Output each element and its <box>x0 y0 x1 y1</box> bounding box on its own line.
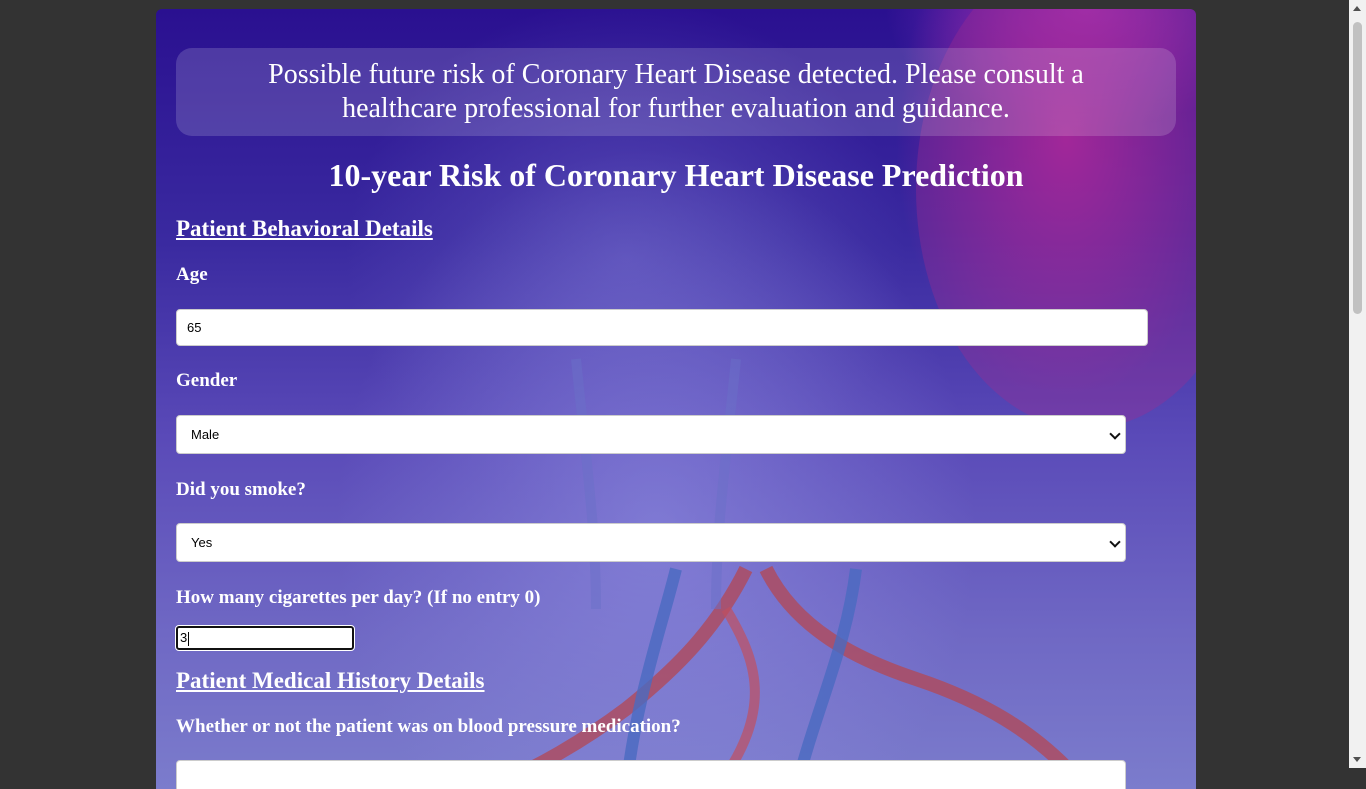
age-input-value: 65 <box>187 320 202 335</box>
smoke-select[interactable]: Yes <box>176 523 1126 562</box>
smoke-select-value: Yes <box>191 535 213 550</box>
scrollbar-thumb[interactable] <box>1353 22 1362 314</box>
risk-alert-message: Possible future risk of Coronary Heart D… <box>268 59 1084 124</box>
gender-select[interactable]: Male <box>176 415 1126 454</box>
risk-alert-banner: Possible future risk of Coronary Heart D… <box>176 48 1176 136</box>
page-title: 10-year Risk of Coronary Heart Disease P… <box>328 157 1024 193</box>
gender-label: Gender <box>176 370 238 391</box>
scroll-up-arrow-icon[interactable] <box>1353 6 1361 11</box>
cigs-per-day-label: How many cigarettes per day? (If no entr… <box>176 587 541 608</box>
chevron-down-icon <box>1109 428 1121 440</box>
form-card: Possible future risk of Coronary Heart D… <box>156 9 1196 789</box>
text-caret <box>188 631 190 646</box>
gender-select-value: Male <box>191 427 220 442</box>
bp-meds-label: Whether or not the patient was on blood … <box>176 716 681 737</box>
age-label: Age <box>176 264 208 285</box>
cigs-per-day-input[interactable]: 3 <box>175 625 355 651</box>
page-scrollbar[interactable] <box>1349 0 1366 768</box>
chevron-down-icon <box>1109 536 1121 548</box>
medical-section-title: Patient Medical History Details <box>176 668 485 693</box>
scroll-down-arrow-icon[interactable] <box>1353 757 1361 762</box>
smoke-label: Did you smoke? <box>176 479 306 500</box>
age-input[interactable]: 65 <box>176 309 1148 346</box>
behavioral-section-title: Patient Behavioral Details <box>176 216 433 241</box>
cigs-per-day-value: 3 <box>180 630 188 645</box>
bp-meds-select[interactable] <box>176 760 1126 789</box>
